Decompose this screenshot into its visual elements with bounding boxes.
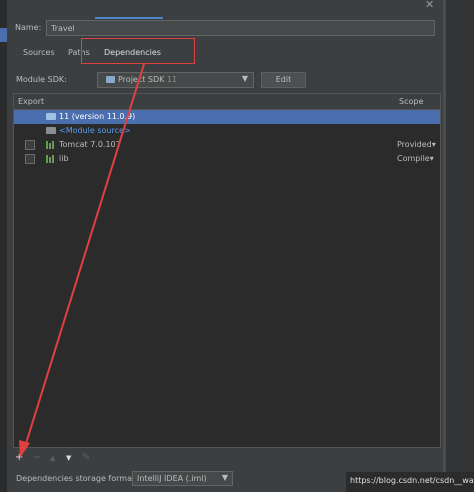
annotation-arrow xyxy=(19,63,145,458)
